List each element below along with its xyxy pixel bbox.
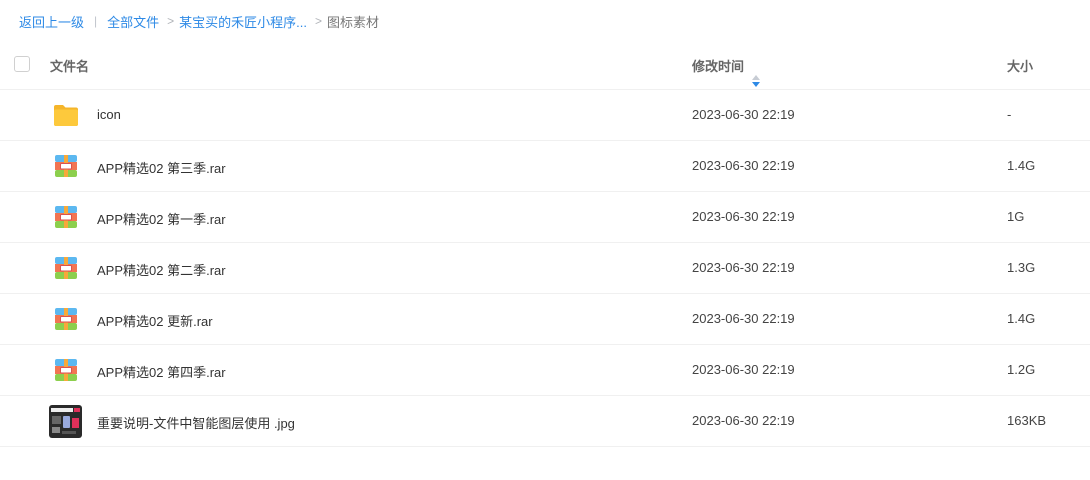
select-all-checkbox[interactable]	[14, 56, 30, 72]
column-header-modified[interactable]: 修改时间	[692, 56, 761, 87]
table-row[interactable]: APP精选02 第四季.rar 2023-06-30 22:19 1.2G	[0, 345, 1090, 396]
file-modified-time: 2023-06-30 22:19	[692, 413, 795, 428]
archive-icon	[53, 358, 79, 382]
table-row[interactable]: icon 2023-06-30 22:19 -	[0, 90, 1090, 141]
column-header-modified-label: 修改时间	[692, 59, 745, 74]
table-row[interactable]: APP精选02 第二季.rar 2023-06-30 22:19 1.3G	[0, 243, 1090, 294]
file-modified-time: 2023-06-30 22:19	[692, 260, 795, 275]
file-size: 1.3G	[1007, 260, 1036, 275]
archive-icon	[53, 205, 79, 229]
table-row[interactable]: APP精选02 更新.rar 2023-06-30 22:19 1.4G	[0, 294, 1090, 345]
file-modified-time: 2023-06-30 22:19	[692, 209, 795, 224]
file-size: 1.4G	[1007, 158, 1036, 173]
file-size: -	[1007, 107, 1012, 122]
image-thumbnail-icon	[49, 405, 82, 438]
breadcrumb-separator: |	[94, 14, 98, 28]
file-name[interactable]: APP精选02 更新.rar	[97, 311, 213, 330]
archive-icon	[53, 307, 79, 331]
file-name[interactable]: APP精选02 第二季.rar	[97, 260, 226, 279]
column-header-name[interactable]: 文件名	[50, 56, 89, 75]
breadcrumb: 返回上一级 | 全部文件 > 某宝买的禾匠小程序... > 图标素材	[19, 12, 379, 30]
file-name[interactable]: 重要说明-文件中智能图层使用 .jpg	[97, 413, 295, 432]
file-table: 文件名 修改时间 大小 icon 2023-06-30 22:19 - APP精选02…	[0, 40, 1090, 447]
folder-icon	[53, 103, 79, 127]
file-size: 1.4G	[1007, 311, 1036, 326]
archive-icon	[53, 154, 79, 178]
file-modified-time: 2023-06-30 22:19	[692, 107, 795, 122]
file-name[interactable]: APP精选02 第一季.rar	[97, 209, 226, 228]
file-modified-time: 2023-06-30 22:19	[692, 362, 795, 377]
breadcrumb-all-files[interactable]: 全部文件	[107, 12, 159, 31]
file-size: 1.2G	[1007, 362, 1036, 377]
chevron-right-icon: >	[315, 14, 323, 28]
back-link[interactable]: 返回上一级	[19, 12, 84, 31]
file-size: 163KB	[1007, 413, 1047, 428]
file-name[interactable]: icon	[97, 107, 121, 122]
file-name[interactable]: APP精选02 第四季.rar	[97, 362, 226, 381]
column-header-size[interactable]: 大小	[1007, 56, 1033, 75]
file-size: 1G	[1007, 209, 1025, 224]
table-row[interactable]: APP精选02 第三季.rar 2023-06-30 22:19 1.4G	[0, 141, 1090, 192]
sort-icon[interactable]	[752, 75, 761, 87]
chevron-right-icon: >	[167, 14, 175, 28]
table-header: 文件名 修改时间 大小	[0, 40, 1090, 90]
table-body: icon 2023-06-30 22:19 - APP精选02 第三季.rar 2023…	[0, 90, 1090, 447]
breadcrumb-current: 图标素材	[327, 14, 380, 30]
table-row[interactable]: 重要说明-文件中智能图层使用 .jpg 2023-06-30 22:19 163KB	[0, 396, 1090, 447]
table-row[interactable]: APP精选02 第一季.rar 2023-06-30 22:19 1G	[0, 192, 1090, 243]
breadcrumb-folder[interactable]: 某宝买的禾匠小程序...	[179, 12, 307, 31]
file-name[interactable]: APP精选02 第三季.rar	[97, 158, 226, 177]
archive-icon	[53, 256, 79, 280]
file-modified-time: 2023-06-30 22:19	[692, 311, 795, 326]
file-modified-time: 2023-06-30 22:19	[692, 158, 795, 173]
